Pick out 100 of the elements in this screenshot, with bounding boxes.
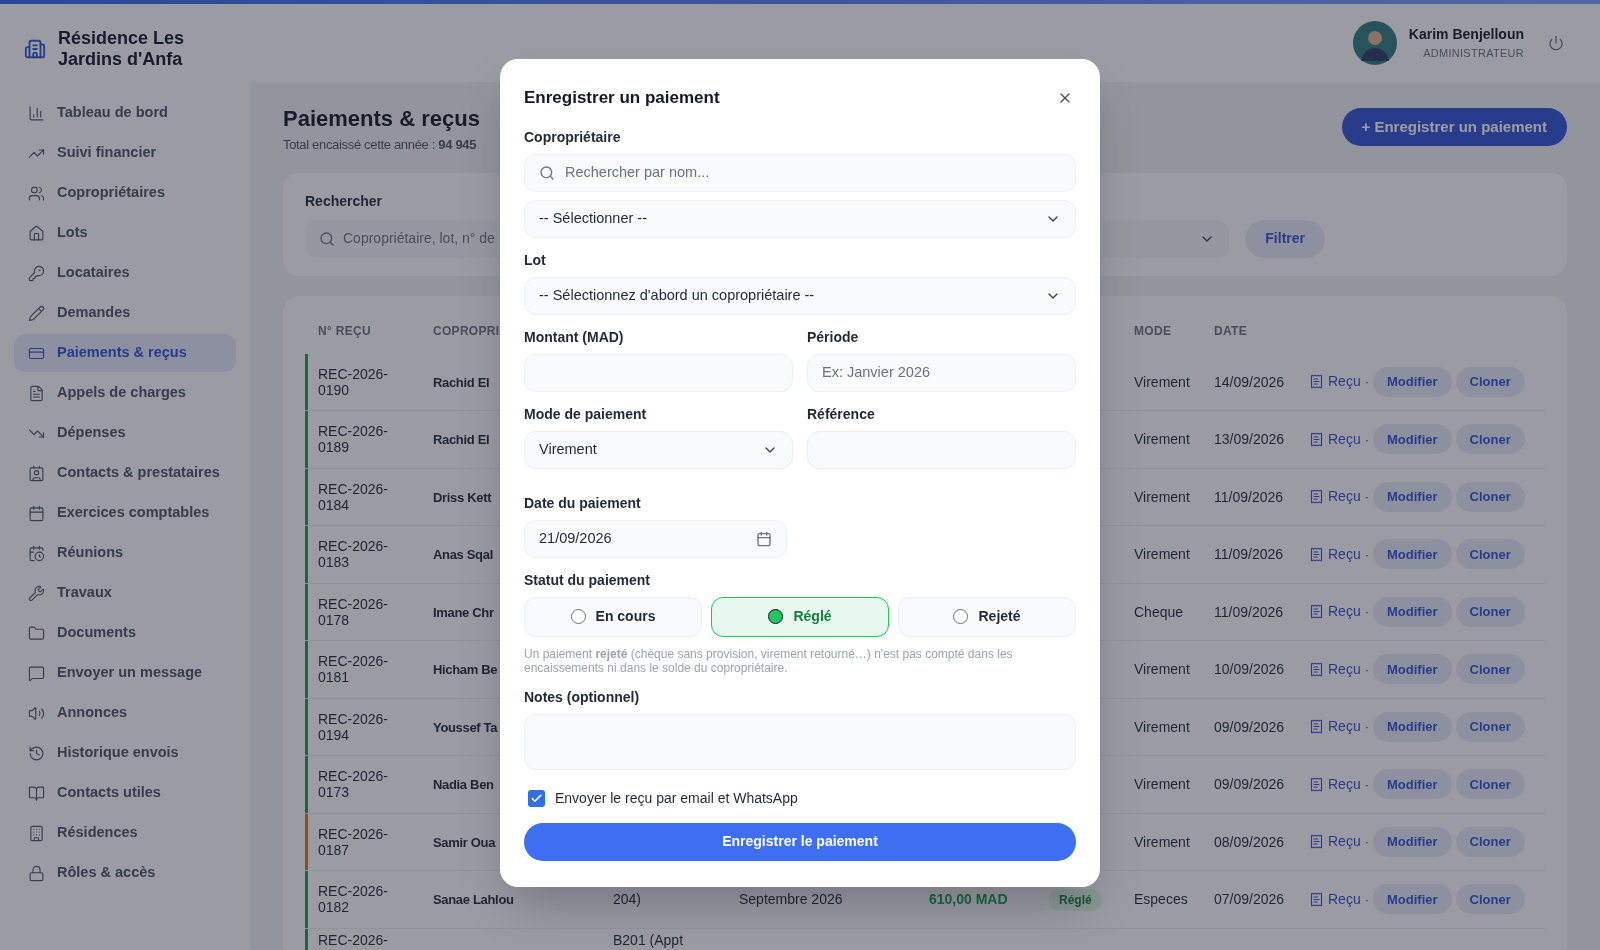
edit-button[interactable]: Modifier xyxy=(1373,424,1452,455)
filter-button[interactable]: Filtrer xyxy=(1245,219,1325,258)
date-field[interactable]: 21/09/2026 xyxy=(524,519,787,558)
owner-name: Rachid El xyxy=(433,432,490,448)
edit-button[interactable]: Modifier xyxy=(1373,884,1452,915)
receipt-link[interactable]: Reçu xyxy=(1309,543,1361,565)
edit-button[interactable]: Modifier xyxy=(1373,711,1452,742)
edit-button[interactable]: Modifier xyxy=(1373,596,1452,627)
receipt-link[interactable]: Reçu xyxy=(1309,658,1361,680)
clone-button[interactable]: Cloner xyxy=(1455,884,1525,915)
clone-button[interactable]: Cloner xyxy=(1455,596,1525,627)
owner-name: Sanae Lahlou xyxy=(433,892,514,908)
page-subtitle: Total encaissé cette année : 94 945 xyxy=(283,136,478,154)
sidebar-item[interactable]: Locataires xyxy=(14,254,236,292)
sidebar-item[interactable]: Rôles & accès xyxy=(14,854,236,892)
sidebar-item[interactable]: Contacts utiles xyxy=(14,774,236,812)
sidebar-item[interactable]: Réunions xyxy=(14,534,236,572)
radio-icon xyxy=(768,609,784,624)
edit-button[interactable]: Modifier xyxy=(1373,654,1452,685)
send-receipt-checkbox[interactable]: Envoyer le reçu par email et WhatsApp xyxy=(524,787,1076,809)
edit-button[interactable]: Modifier xyxy=(1373,539,1452,570)
period-label: Septembre 2026 xyxy=(739,891,843,908)
owner-name: Driss Kett xyxy=(433,489,492,505)
sidebar-item[interactable]: Demandes xyxy=(14,294,236,332)
receipt-icon xyxy=(1309,776,1324,792)
clone-button[interactable]: Cloner xyxy=(1455,424,1525,455)
owner-name: Rachid El xyxy=(433,374,490,390)
page-title: Paiements & reçus xyxy=(283,105,480,133)
payment-date: 14/09/2026 xyxy=(1214,373,1285,390)
sidebar-item[interactable]: Annonces xyxy=(14,694,236,732)
separator-dot: · xyxy=(1364,545,1370,564)
payment-date: 08/09/2026 xyxy=(1214,833,1285,850)
lot-select[interactable]: -- Sélectionnez d'abord un copropriétaire -- xyxy=(524,276,1076,315)
home-icon xyxy=(28,224,45,242)
receipt-link[interactable]: Reçu xyxy=(1309,371,1361,393)
contact-card-icon xyxy=(28,464,45,482)
add-payment-button[interactable]: + Enregistrer un paiement xyxy=(1341,108,1567,146)
clone-button[interactable]: Cloner xyxy=(1455,769,1525,800)
receipt-link[interactable]: Reçu xyxy=(1309,888,1361,910)
receipt-number: REC-2026-0189 xyxy=(318,423,390,456)
mode-select[interactable]: Virement xyxy=(524,430,793,469)
owner-search-field[interactable]: Rechercher par nom... xyxy=(524,153,1076,192)
sidebar-item[interactable]: Contacts & prestataires xyxy=(14,454,236,492)
submit-button[interactable]: Enregistrer le paiement xyxy=(524,822,1076,861)
sidebar-item[interactable]: Appels de charges xyxy=(14,374,236,412)
sidebar-item[interactable]: Suivi financier xyxy=(14,134,236,172)
edit-button[interactable]: Modifier xyxy=(1373,366,1452,397)
users-icon xyxy=(28,184,45,202)
checkbox[interactable] xyxy=(528,789,545,807)
payment-date: 11/09/2026 xyxy=(1214,546,1284,563)
sidebar-item[interactable]: Tableau de bord xyxy=(14,94,236,132)
receipt-number: REC-2026-0190 xyxy=(318,365,390,398)
receipt-number: REC-2026-0178 xyxy=(318,595,390,628)
owner-name: Hicham Be xyxy=(433,662,498,678)
sidebar-item[interactable]: Exercices comptables xyxy=(14,494,236,532)
owner-name: Youssef Ta xyxy=(433,719,498,735)
clone-button[interactable]: Cloner xyxy=(1455,826,1525,857)
building-icon xyxy=(28,824,45,842)
receipt-icon xyxy=(1309,891,1324,907)
sidebar-item[interactable]: Copropriétaires xyxy=(14,174,236,212)
separator-dot: · xyxy=(1364,430,1370,449)
receipt-link[interactable]: Reçu xyxy=(1309,486,1361,508)
speaker-icon xyxy=(28,704,45,722)
search-icon xyxy=(319,230,335,247)
user-avatar[interactable] xyxy=(1352,21,1397,65)
receipt-icon xyxy=(1309,719,1324,735)
sidebar-item[interactable]: Documents xyxy=(14,614,236,652)
edit-button[interactable]: Modifier xyxy=(1373,826,1452,857)
receipt-link[interactable]: Reçu xyxy=(1309,716,1361,738)
separator-dot: · xyxy=(1364,373,1370,391)
owner-select[interactable]: -- Sélectionner -- xyxy=(524,199,1076,238)
status-option[interactable]: Rejeté xyxy=(898,596,1076,637)
receipt-link[interactable]: Reçu xyxy=(1309,773,1361,795)
period-field[interactable]: Ex: Janvier 2026 xyxy=(807,353,1076,392)
receipt-link[interactable]: Reçu xyxy=(1309,831,1361,853)
status-option[interactable]: Réglé xyxy=(711,596,889,637)
sidebar-item[interactable]: Paiements & reçus xyxy=(14,334,236,372)
sidebar-item[interactable]: Résidences xyxy=(14,814,236,852)
sidebar-item[interactable]: Travaux xyxy=(14,574,236,612)
search-icon xyxy=(539,164,555,181)
radio-icon xyxy=(570,609,586,624)
edit-button[interactable]: Modifier xyxy=(1373,481,1452,512)
edit-button[interactable]: Modifier xyxy=(1373,769,1452,800)
status-help-text: Un paiement rejeté (chèque sans provision, virement retourné…) n'est pas compté dans les encaissements ni dans le solde du copropriétaire. xyxy=(524,646,1014,675)
clone-button[interactable]: Cloner xyxy=(1455,481,1525,512)
clone-button[interactable]: Cloner xyxy=(1455,366,1525,397)
clone-button[interactable]: Cloner xyxy=(1455,711,1525,742)
sidebar-item[interactable]: Lots xyxy=(14,214,236,252)
receipt-icon xyxy=(1309,604,1324,620)
owner-name: Anas Sqal xyxy=(433,547,493,563)
clone-button[interactable]: Cloner xyxy=(1455,539,1525,570)
sidebar-item[interactable]: Dépenses xyxy=(14,414,236,452)
receipt-link[interactable]: Reçu xyxy=(1309,601,1361,623)
clone-button[interactable]: Cloner xyxy=(1455,654,1525,685)
sidebar-item[interactable]: Envoyer un message xyxy=(14,654,236,692)
sidebar-item[interactable]: Historique envois xyxy=(14,734,236,772)
receipt-link[interactable]: Reçu xyxy=(1309,428,1361,450)
payment-date: 11/09/2026 xyxy=(1214,603,1284,620)
status-option[interactable]: En cours xyxy=(524,596,702,637)
receipt-number: REC-2026-0173 xyxy=(318,768,390,801)
